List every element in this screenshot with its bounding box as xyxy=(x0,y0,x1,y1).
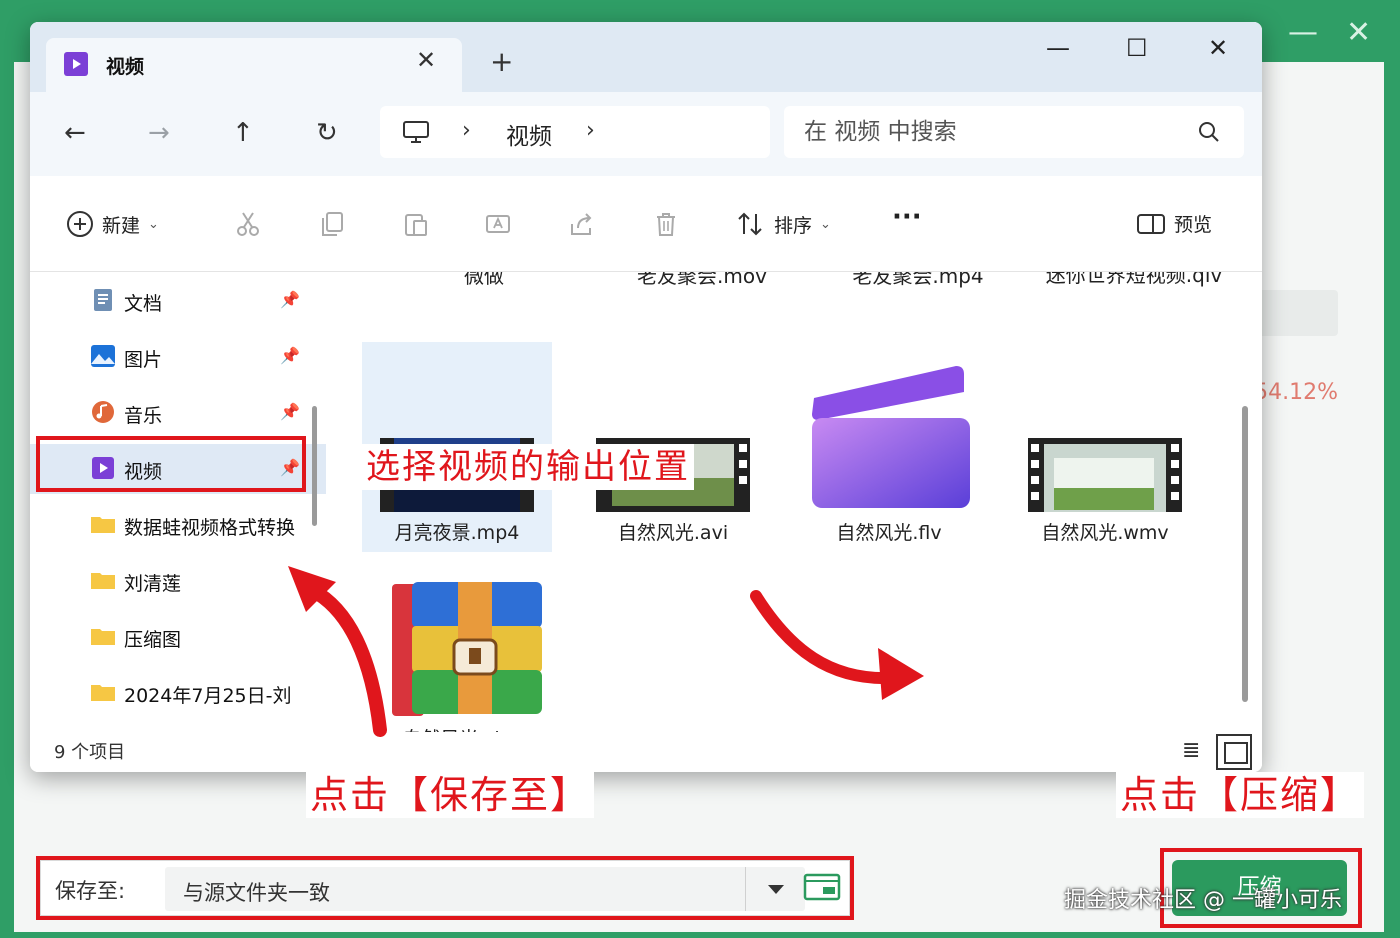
navigation-pane: 文档 📌 图片 📌 音乐 📌 视频 📌 数据蛙视频格式转换 刘清莲 压缩图 20… xyxy=(30,272,326,732)
search-input[interactable] xyxy=(804,114,1184,150)
preview-pane-icon xyxy=(1137,213,1165,234)
tab-close-icon[interactable]: ✕ xyxy=(416,46,436,74)
breadcrumb-separator[interactable]: › xyxy=(586,118,595,143)
new-tab-button[interactable]: + xyxy=(490,48,513,76)
app-side-panel xyxy=(1258,290,1338,336)
more-options-button[interactable]: ··· xyxy=(892,202,922,232)
file-item-clapper[interactable]: 自然风光.flv xyxy=(794,342,984,552)
refresh-button[interactable]: ↻ xyxy=(316,118,338,148)
new-button[interactable]: 新建 ⌄ xyxy=(66,210,159,238)
sidebar-scrollbar[interactable] xyxy=(312,406,317,526)
annotation-click-save-to: 点击【保存至】 xyxy=(306,772,595,818)
file-name: 自然风光.avi xyxy=(617,522,729,544)
breadcrumb-videos[interactable]: 视频 xyxy=(506,117,552,151)
folder-icon xyxy=(91,573,115,589)
annotation-select-output: 选择视频的输出位置 xyxy=(362,444,694,490)
preview-label: 预览 xyxy=(1174,214,1213,236)
explorer-title-bar: 视频 ✕ + — ☐ ✕ xyxy=(30,22,1262,94)
file-name: 自然风光.zip xyxy=(362,724,552,732)
cut-icon[interactable] xyxy=(234,210,262,238)
copy-icon[interactable] xyxy=(318,210,346,238)
add-circle-icon xyxy=(67,211,93,237)
sort-button[interactable]: 排序 ⌄ xyxy=(736,210,831,238)
back-button[interactable]: ← xyxy=(64,118,86,148)
pin-icon: 📌 xyxy=(280,402,300,421)
tab-videos[interactable]: 视频 ✕ xyxy=(46,38,462,94)
watermark-text: 掘金技术社区 @ 一罐小可乐 xyxy=(1064,888,1342,913)
file-label: 老友聚会.mp4 xyxy=(852,272,984,288)
sidebar-item-label: 压缩图 xyxy=(124,629,182,651)
annotation-click-compress: 点击【压缩】 xyxy=(1116,772,1365,818)
chevron-down-icon: ⌄ xyxy=(820,216,831,232)
sort-label: 排序 xyxy=(774,214,813,237)
sidebar-item-label: 数据蛙视频格式转换 xyxy=(124,517,296,539)
clapperboard-icon xyxy=(812,366,970,508)
sidebar-item-folder[interactable]: 数据蛙视频格式转换 xyxy=(30,500,326,550)
preview-button[interactable]: 预览 xyxy=(1136,210,1212,237)
app-minimize-button[interactable]: — xyxy=(1288,18,1318,48)
search-box xyxy=(784,106,1244,158)
music-icon xyxy=(92,401,114,423)
highlight-save-to-bar xyxy=(36,856,854,920)
content-scrollbar[interactable] xyxy=(1242,406,1248,702)
rename-icon[interactable] xyxy=(484,210,512,238)
large-icons-view-icon[interactable] xyxy=(1216,734,1252,770)
folder-icon xyxy=(91,517,115,533)
sidebar-item-folder[interactable]: 压缩图 xyxy=(30,612,326,662)
file-item-video[interactable]: 自然风光.wmv xyxy=(1010,342,1200,552)
sidebar-item-label: 文档 xyxy=(124,293,163,315)
sidebar-item-label: 图片 xyxy=(124,349,163,371)
file-label: 微做 xyxy=(464,272,504,288)
status-bar: 9 个项目 ≣ xyxy=(30,732,1262,772)
tab-title: 视频 xyxy=(106,56,145,78)
up-button[interactable]: ↑ xyxy=(232,118,254,148)
maximize-button[interactable]: ☐ xyxy=(1126,34,1148,62)
minimize-button[interactable]: — xyxy=(1046,34,1070,62)
folder-icon xyxy=(91,629,115,645)
sidebar-item-label: 音乐 xyxy=(124,405,163,427)
breadcrumb-separator[interactable]: › xyxy=(462,118,471,143)
sidebar-item-pictures[interactable]: 图片 📌 xyxy=(30,332,326,382)
app-close-button[interactable]: ✕ xyxy=(1346,18,1371,48)
progress-percent: 54.12% xyxy=(1254,380,1338,405)
command-bar: 新建 ⌄ 排序 ⌄ ··· 预览 xyxy=(30,176,1262,272)
monitor-icon xyxy=(403,121,429,143)
sort-icon xyxy=(738,212,762,236)
paste-icon[interactable] xyxy=(402,210,430,238)
delete-icon[interactable] xyxy=(652,210,680,238)
file-label: 迷你世界短视频.qlv xyxy=(1045,272,1223,287)
new-label: 新建 xyxy=(102,214,141,237)
sidebar-item-folder[interactable]: 2024年7月25日-刘 xyxy=(30,668,326,718)
file-name: 自然风光.wmv xyxy=(1041,522,1169,544)
sidebar-item-label: 刘清莲 xyxy=(124,573,182,595)
pin-icon: 📌 xyxy=(280,346,300,365)
video-thumbnail-icon xyxy=(1028,438,1182,512)
share-icon[interactable] xyxy=(568,210,596,238)
sidebar-item-label: 2024年7月25日-刘 xyxy=(124,685,292,707)
winrar-archive-icon xyxy=(392,582,542,716)
forward-button[interactable]: → xyxy=(148,118,170,148)
details-view-icon[interactable]: ≣ xyxy=(1182,738,1200,763)
close-button[interactable]: ✕ xyxy=(1208,34,1228,62)
sidebar-item-folder[interactable]: 刘清莲 xyxy=(30,556,326,606)
address-bar[interactable]: › 视频 › xyxy=(380,106,770,158)
videos-icon xyxy=(64,52,88,76)
pin-icon: 📌 xyxy=(280,290,300,309)
chevron-down-icon: ⌄ xyxy=(148,216,159,232)
file-explorer-dialog: 视频 ✕ + — ☐ ✕ ← → ↑ ↻ › 视频 › 在 视频 中搜索 新建 … xyxy=(30,22,1262,772)
file-name: 月亮夜景.mp4 xyxy=(394,522,520,544)
file-list: 微做 老友聚会.mov 老友聚会.mp4 迷你世界短视频.qlv 月亮夜景.mp… xyxy=(326,272,1262,732)
folder-icon xyxy=(91,685,115,701)
search-icon[interactable] xyxy=(1198,121,1220,143)
sidebar-item-music[interactable]: 音乐 📌 xyxy=(30,388,326,438)
navigation-bar: ← → ↑ ↻ › 视频 › xyxy=(30,92,1262,176)
pictures-icon xyxy=(91,345,115,367)
file-name: 自然风光.flv xyxy=(836,522,942,544)
document-icon xyxy=(94,289,112,311)
file-label: 老友聚会.mov xyxy=(637,272,767,288)
file-item-archive[interactable]: 自然风光.zip xyxy=(362,548,552,732)
highlight-videos-folder xyxy=(36,436,306,492)
sidebar-item-documents[interactable]: 文档 📌 xyxy=(30,276,326,326)
item-count: 9 个项目 xyxy=(54,742,126,763)
